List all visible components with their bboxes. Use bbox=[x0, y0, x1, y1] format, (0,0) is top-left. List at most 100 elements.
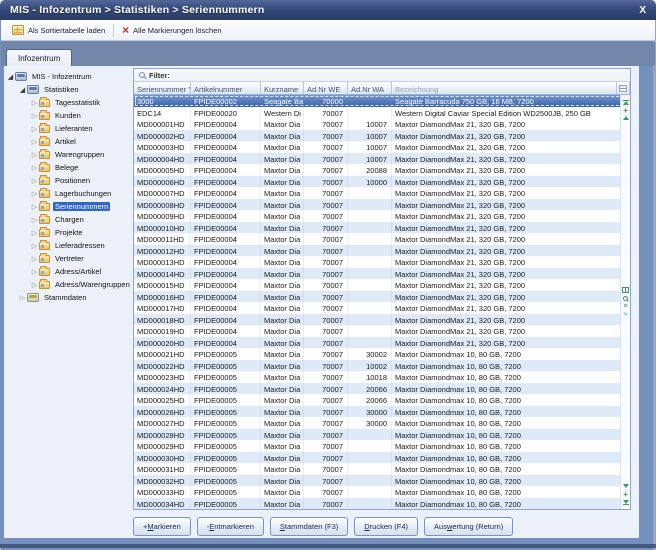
insert-icon[interactable]: + bbox=[621, 106, 630, 114]
search-icon[interactable] bbox=[621, 294, 630, 302]
grid-row[interactable]: MD000021HDFPIDE00005Maxtor Dia7000730002… bbox=[134, 348, 630, 360]
expand-glyph-icon[interactable]: ▷ bbox=[30, 216, 39, 224]
scroll-down-icon[interactable] bbox=[621, 482, 630, 490]
expand-glyph-icon[interactable]: ▷ bbox=[18, 294, 27, 302]
expand-glyph-icon[interactable]: ▷ bbox=[30, 99, 39, 107]
tree-item-mis-infozentrum[interactable]: ◢MIS - Infozentrum bbox=[6, 70, 132, 83]
grid-row[interactable]: MD000015HDFPIDE00004Maxtor Dia70007Maxto… bbox=[134, 279, 630, 291]
tree-item-lieferanten[interactable]: ▷Lieferanten bbox=[6, 122, 132, 135]
collapse-glyph-icon[interactable]: ◢ bbox=[6, 73, 15, 81]
load-sort-table-button[interactable]: Als Sortiertabelle laden bbox=[7, 23, 110, 37]
expand-glyph-icon[interactable]: ▷ bbox=[30, 255, 39, 263]
tree-item-statistiken[interactable]: ◢Statistiken bbox=[6, 83, 132, 96]
tree-item-seriennummern[interactable]: ▷Seriennummern bbox=[6, 200, 132, 213]
collapse-glyph-icon[interactable]: ◢ bbox=[18, 86, 27, 94]
grid-row[interactable]: MD000019HDFPIDE00004Maxtor Dia70007Maxto… bbox=[134, 325, 630, 337]
grid-row[interactable]: MD000027HDFPIDE00005Maxtor Dia7000730000… bbox=[134, 417, 630, 429]
tree-item-projekte[interactable]: ▷Projekte bbox=[6, 226, 132, 239]
tree-item-chargen[interactable]: ▷Chargen bbox=[6, 213, 132, 226]
grid-row[interactable]: MD000017HDFPIDE00004Maxtor Dia70007Maxto… bbox=[134, 302, 630, 314]
tree-item-lieferadressen[interactable]: ▷Lieferadressen bbox=[6, 239, 132, 252]
tree-item-adress-artikel[interactable]: ▷Adress/Artikel bbox=[6, 265, 132, 278]
grid-row[interactable]: MD000013HDFPIDE00004Maxtor Dia70007Maxto… bbox=[134, 256, 630, 268]
close-icon[interactable]: X bbox=[637, 5, 648, 16]
tree-item-positionen[interactable]: ▷Positionen bbox=[6, 174, 132, 187]
expand-glyph-icon[interactable]: ▷ bbox=[30, 125, 39, 133]
grid-row[interactable]: MD000032HDFPIDE00005Maxtor Dia70007Maxto… bbox=[134, 475, 630, 487]
column-chooser-button[interactable] bbox=[617, 82, 630, 95]
expand-glyph-icon[interactable]: ▷ bbox=[30, 151, 39, 159]
grid-row[interactable]: MD000008HDFPIDE00004Maxtor Dia70007Maxto… bbox=[134, 199, 630, 211]
tree-item-vertreter[interactable]: ▷Vertreter bbox=[6, 252, 132, 265]
grid-row[interactable]: MD000012HDFPIDE00004Maxtor Dia70007Maxto… bbox=[134, 245, 630, 257]
grid-row[interactable]: 3000FPIDE00002Seagate Ba70000Seagate Bar… bbox=[134, 95, 630, 107]
grid-row[interactable]: MD000028HDFPIDE00005Maxtor Dia70007Maxto… bbox=[134, 429, 630, 441]
expand-glyph-icon[interactable]: ▷ bbox=[30, 112, 39, 120]
tree-item-tagesstatistik[interactable]: ▷Tagesstatistik bbox=[6, 96, 132, 109]
column-header-bezeichnung[interactable]: Bezeichnung bbox=[392, 82, 617, 95]
tree-item-lagerbuchungen[interactable]: ▷Lagerbuchungen bbox=[6, 187, 132, 200]
-markieren-button[interactable]: + Markieren bbox=[133, 517, 191, 536]
tab-infozentrum[interactable]: Infozentrum bbox=[6, 49, 72, 66]
tree-item-adress-warengruppen[interactable]: ▷Adress/Warengruppen bbox=[6, 278, 132, 291]
grid-row[interactable]: MD000002HDFPIDE00004Maxtor Dia7000710007… bbox=[134, 130, 630, 142]
filter-icon[interactable]: ≈ bbox=[621, 310, 630, 318]
tree-item-kunden[interactable]: ▷Kunden bbox=[6, 109, 132, 122]
column-header-ad-nr-we[interactable]: Ad.Nr WE bbox=[304, 82, 348, 95]
tree-item-belege[interactable]: ▷Belege bbox=[6, 161, 132, 174]
column-header-artikelnummer[interactable]: Artikelnummer bbox=[191, 82, 261, 95]
expand-glyph-icon[interactable]: ▷ bbox=[30, 177, 39, 185]
clear-marks-button[interactable]: × Alle Markierungen löschen bbox=[117, 23, 226, 37]
expand-glyph-icon[interactable]: ▷ bbox=[30, 203, 39, 211]
grid-row[interactable]: MD000023HDFPIDE00005Maxtor Dia7000710018… bbox=[134, 371, 630, 383]
scroll-up-icon[interactable] bbox=[621, 114, 630, 122]
column-header-ad-nr-wa[interactable]: Ad.Nr WA bbox=[348, 82, 392, 95]
grid-row[interactable]: MD000005HDFPIDE00004Maxtor Dia7000720088… bbox=[134, 164, 630, 176]
tree-item-artikel[interactable]: ▷Artikel bbox=[6, 135, 132, 148]
grid-row[interactable]: MD000011HDFPIDE00004Maxtor Dia70007Maxto… bbox=[134, 233, 630, 245]
grid-row[interactable]: MD000009HDFPIDE00004Maxtor Dia70007Maxto… bbox=[134, 210, 630, 222]
tree-item-stammdaten[interactable]: ▷Stammdaten bbox=[6, 291, 132, 304]
grid-row[interactable]: EDC14FPIDE00020Western Di70007Western Di… bbox=[134, 107, 630, 119]
grid-row[interactable]: MD000006HDFPIDE00004Maxtor Dia7000710000… bbox=[134, 176, 630, 188]
grid-row[interactable]: MD000022HDFPIDE00005Maxtor Dia7000710002… bbox=[134, 360, 630, 372]
grid-row[interactable]: MD000003HDFPIDE00004Maxtor Dia7000710007… bbox=[134, 141, 630, 153]
grid-row[interactable]: MD000010HDFPIDE00004Maxtor Dia70007Maxto… bbox=[134, 222, 630, 234]
columns-icon[interactable] bbox=[621, 286, 630, 294]
grid-row[interactable]: MD000034HDFPIDE00005Maxtor Dia70007Maxto… bbox=[134, 498, 630, 510]
expand-glyph-icon[interactable]: ▷ bbox=[30, 268, 39, 276]
expand-glyph-icon[interactable]: ▷ bbox=[30, 138, 39, 146]
grid-row[interactable]: MD000020HDFPIDE00004Maxtor Dia70007Maxto… bbox=[134, 337, 630, 349]
grid-row[interactable]: MD000029HDFPIDE00005Maxtor Dia70007Maxto… bbox=[134, 440, 630, 452]
grid-row[interactable]: MD000007HDFPIDE00004Maxtor Dia70007Maxto… bbox=[134, 187, 630, 199]
auswertung-return--button[interactable]: Auswertung (Return) bbox=[424, 517, 513, 536]
grid-row[interactable]: MD000024HDFPIDE00005Maxtor Dia7000720066… bbox=[134, 383, 630, 395]
expand-glyph-icon[interactable]: ▷ bbox=[30, 164, 39, 172]
column-header-kurzname[interactable]: Kurzname bbox=[261, 82, 304, 95]
grid-row[interactable]: MD000033HDFPIDE00005Maxtor Dia70007Maxto… bbox=[134, 486, 630, 498]
scroll-first-icon[interactable] bbox=[621, 98, 630, 106]
grid-row[interactable]: MD000025HDFPIDE00005Maxtor Dia7000720066… bbox=[134, 394, 630, 406]
-entmarkieren-button[interactable]: - Entmarkieren bbox=[197, 517, 264, 536]
stammdaten-f3--button[interactable]: Stammdaten (F3) bbox=[270, 517, 348, 536]
grid-row[interactable]: MD000030HDFPIDE00005Maxtor Dia70007Maxto… bbox=[134, 452, 630, 464]
expand-glyph-icon[interactable]: ▷ bbox=[30, 229, 39, 237]
drucken-f4--button[interactable]: Drucken (F4) bbox=[354, 517, 418, 536]
tree-item-warengruppen[interactable]: ▷Warengruppen bbox=[6, 148, 132, 161]
filter-row[interactable]: Filter: bbox=[134, 69, 630, 82]
grid-row[interactable]: MD000001HDFPIDE00004Maxtor Dia7000710007… bbox=[134, 118, 630, 130]
grid-row[interactable]: MD000026HDFPIDE00005Maxtor Dia7000730000… bbox=[134, 406, 630, 418]
expand-glyph-icon[interactable]: ▷ bbox=[30, 190, 39, 198]
grid-row[interactable]: MD000004HDFPIDE00004Maxtor Dia7000710007… bbox=[134, 153, 630, 165]
scroll-last-icon[interactable] bbox=[621, 498, 630, 506]
grid-row[interactable]: MD000016HDFPIDE00004Maxtor Dia70007Maxto… bbox=[134, 291, 630, 303]
grid-row[interactable]: MD000014HDFPIDE00004Maxtor Dia70007Maxto… bbox=[134, 268, 630, 280]
grid-row[interactable]: MD000018HDFPIDE00004Maxtor Dia70007Maxto… bbox=[134, 314, 630, 326]
expand-glyph-icon[interactable]: ▷ bbox=[30, 281, 39, 289]
rows-icon[interactable]: ≡ bbox=[621, 302, 630, 310]
expand-glyph-icon[interactable]: ▷ bbox=[30, 242, 39, 250]
column-header-seriennummer[interactable]: Seriennummer bbox=[134, 82, 191, 95]
grid-row[interactable]: MD000031HDFPIDE00005Maxtor Dia70007Maxto… bbox=[134, 463, 630, 475]
grid-cell: 70007 bbox=[304, 337, 348, 349]
insert-icon[interactable]: + bbox=[621, 490, 630, 498]
